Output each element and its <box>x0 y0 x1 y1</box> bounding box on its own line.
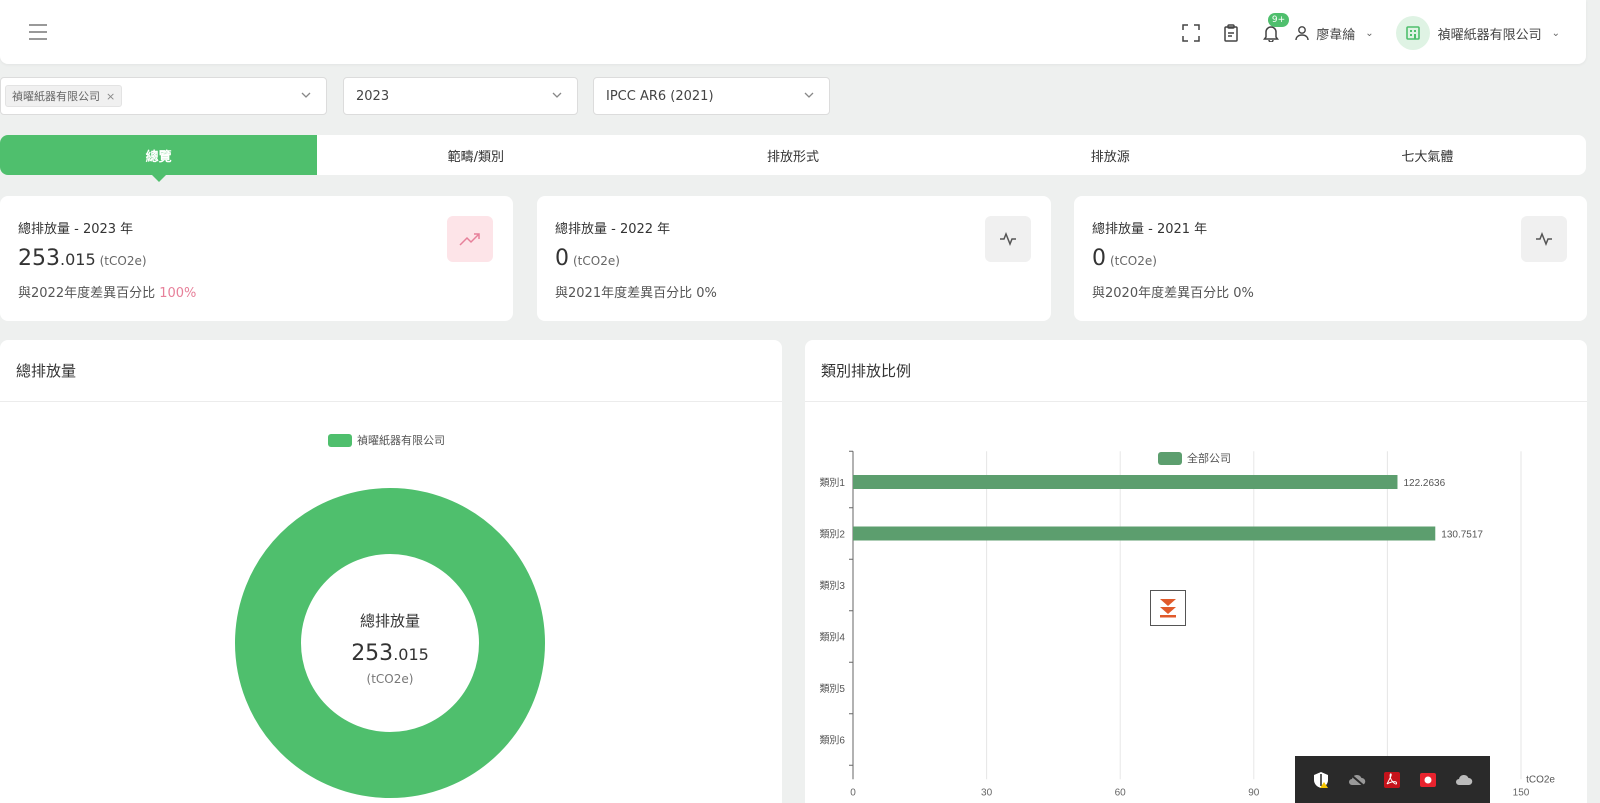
card-diff: 與2022年度差異百分比 100% <box>18 286 197 301</box>
double-chevron-down-icon <box>1160 599 1176 618</box>
bell-icon[interactable]: 9+ <box>1256 13 1290 48</box>
company-select[interactable]: 禎曜紙器有限公司 × <box>0 77 327 115</box>
legend-swatch <box>328 433 352 447</box>
company-menu[interactable]: 禎曜紙器有限公司 ⌄ <box>1395 16 1560 50</box>
company-tag-label: 禎曜紙器有限公司 <box>12 90 100 103</box>
chevron-down-icon <box>804 92 814 98</box>
close-icon[interactable]: × <box>106 90 115 103</box>
year-select[interactable]: 2023 <box>343 77 578 115</box>
data-label: 122.2636 <box>1403 478 1445 489</box>
shield-warning-icon[interactable] <box>1312 771 1330 789</box>
x-tick-label: 60 <box>1115 787 1127 798</box>
pulse-icon <box>985 216 1031 262</box>
x-tick-label: 90 <box>1248 787 1260 798</box>
pdf-icon[interactable] <box>1383 771 1401 789</box>
pulse-icon <box>1521 216 1567 262</box>
chevron-down-icon: ⌄ <box>1365 27 1374 39</box>
cloud-off-icon[interactable] <box>1348 771 1366 789</box>
summary-card-2021: 總排放量 - 2021 年 0 (tCO2e) 與2020年度差異百分比 0% <box>1074 196 1587 321</box>
card-title: 總排放量 - 2023 年 <box>18 222 134 237</box>
tab-seven-gases[interactable]: 七大氣體 <box>1269 135 1586 175</box>
cloud-icon[interactable] <box>1455 771 1473 789</box>
y-tick-label: 類別6 <box>819 735 845 747</box>
card-value: 0 (tCO2e) <box>555 246 620 271</box>
chevron-down-icon <box>552 92 562 98</box>
menu-icon[interactable] <box>29 24 47 40</box>
bar <box>853 526 1436 541</box>
y-tick-label: 類別2 <box>819 529 845 541</box>
card-title: 總排放量 - 2022 年 <box>555 222 671 237</box>
donut-legend[interactable]: 禎曜紙器有限公司 <box>328 432 445 448</box>
trend-up-icon <box>447 216 493 262</box>
top-right-toolbar: 9+ 廖韋綸 ⌄ 禎曜紙器有限公司 ⌄ <box>1166 13 1560 50</box>
chevron-down-icon <box>301 92 311 98</box>
company-name: 禎曜紙器有限公司 <box>1437 27 1542 43</box>
panel-title: 總排放量 <box>0 340 782 402</box>
bar-chart[interactable]: 0306090120150類別1122.2636類別2130.7517類別3類別… <box>805 340 1587 803</box>
user-menu[interactable]: 廖韋綸 ⌄ <box>1294 24 1374 43</box>
tab-overview[interactable]: 總覽 <box>0 135 318 182</box>
x-tick-label: 30 <box>981 787 993 798</box>
legend-label: 禎曜紙器有限公司 <box>357 434 445 447</box>
card-diff: 與2020年度差異百分比 0% <box>1092 286 1254 301</box>
y-tick-label: 類別1 <box>819 477 845 489</box>
total-emission-panel: 總排放量 禎曜紙器有限公司 總排放量 253.015 (tCO2e) <box>0 340 782 803</box>
card-value: 253.015 (tCO2e) <box>18 246 147 271</box>
user-icon <box>1295 26 1309 41</box>
summary-card-2023: 總排放量 - 2023 年 253.015 (tCO2e) 與2022年度差異百分… <box>0 196 513 321</box>
user-name: 廖韋綸 <box>1316 27 1356 43</box>
donut-center-title: 總排放量 <box>359 612 420 630</box>
x-tick-label: 0 <box>850 787 856 798</box>
donut-center-value: 253.015 <box>351 641 429 666</box>
recorder-icon[interactable] <box>1419 771 1437 789</box>
card-title: 總排放量 - 2021 年 <box>1092 222 1208 237</box>
y-tick-label: 類別4 <box>819 632 845 644</box>
clipboard-icon[interactable] <box>1216 18 1246 48</box>
category-ratio-panel: 類別排放比例 全部公司 0306090120150類別1122.2636類別21… <box>805 340 1587 803</box>
x-tick-label: 150 <box>1513 787 1530 798</box>
tab-emission-type[interactable]: 排放形式 <box>634 135 951 175</box>
system-tray <box>1295 756 1490 803</box>
building-icon <box>1395 16 1430 50</box>
standard-select[interactable]: IPCC AR6 (2021) <box>593 77 830 115</box>
fullscreen-icon[interactable] <box>1176 18 1206 48</box>
y-tick-label: 類別5 <box>819 683 845 695</box>
tab-scope-category[interactable]: 範疇/類別 <box>317 135 634 175</box>
notification-badge: 9+ <box>1267 13 1290 27</box>
y-tick-label: 類別3 <box>819 580 845 592</box>
donut-center-unit: (tCO2e) <box>366 672 414 686</box>
company-tag: 禎曜紙器有限公司 × <box>5 85 123 107</box>
card-diff: 與2021年度差異百分比 0% <box>555 286 717 301</box>
collapse-toggle[interactable] <box>1150 590 1186 626</box>
tab-emission-source[interactable]: 排放源 <box>952 135 1269 175</box>
chevron-down-icon: ⌄ <box>1551 27 1560 39</box>
x-axis-label: tCO2e <box>1526 774 1555 785</box>
top-bar: 9+ 廖韋綸 ⌄ 禎曜紙器有限公司 ⌄ <box>0 0 1586 64</box>
donut-center: 總排放量 253.015 (tCO2e) <box>300 610 480 686</box>
data-label: 130.7517 <box>1441 530 1483 541</box>
standard-value: IPCC AR6 (2021) <box>606 88 714 104</box>
card-value: 0 (tCO2e) <box>1092 246 1157 271</box>
summary-card-2022: 總排放量 - 2022 年 0 (tCO2e) 與2021年度差異百分比 0% <box>537 196 1051 321</box>
year-value: 2023 <box>356 88 390 104</box>
bar <box>853 475 1398 489</box>
tab-bar: 總覽 範疇/類別 排放形式 排放源 七大氣體 <box>0 135 1586 182</box>
